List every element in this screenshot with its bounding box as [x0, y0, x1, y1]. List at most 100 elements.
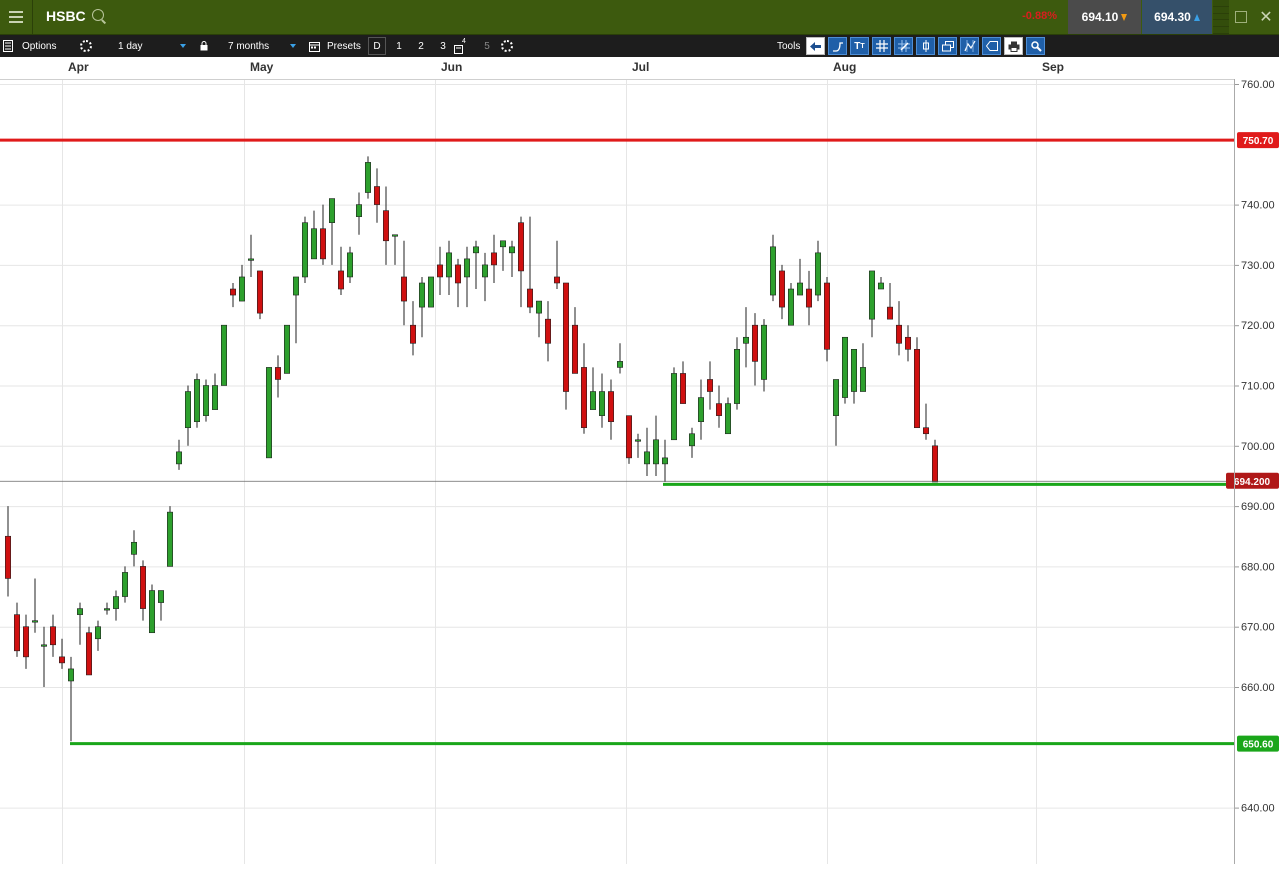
y-tick-label: 660.00 [1241, 682, 1275, 694]
bullish-candle [769, 246, 776, 296]
bearish-candle [580, 367, 587, 429]
bullish-candle [104, 608, 111, 611]
preset-1-button[interactable]: 1 [390, 35, 408, 57]
options-gear-icon[interactable] [80, 35, 92, 57]
bearish-candle [319, 228, 326, 260]
presets-label: Presets [327, 40, 361, 52]
preset-4-label: 4 [462, 37, 466, 45]
bullish-candle [418, 282, 425, 308]
bullish-candle [131, 541, 138, 555]
text-tool-icon[interactable]: TT [850, 37, 869, 55]
lock-icon[interactable] [198, 35, 210, 57]
bullish-candle [841, 336, 848, 398]
candlestick-chart[interactable]: Apr May Jun Jul Aug Sep 750.70 650.60 694.200 7… [0, 57, 1279, 864]
sell-price-button[interactable]: 694.10 [1068, 0, 1141, 34]
windows-tool-icon[interactable] [938, 37, 957, 55]
crosshair-tool-icon[interactable] [894, 37, 913, 55]
bullish-candle [796, 282, 803, 296]
bullish-candle [733, 349, 740, 404]
search-icon[interactable] [92, 9, 104, 21]
bullish-candle [265, 367, 272, 459]
preset-d-button[interactable]: D [368, 37, 386, 55]
close-icon[interactable]: ✕ [1254, 0, 1278, 34]
bullish-candle [364, 162, 371, 193]
bearish-candle [751, 324, 758, 362]
candle-tool-icon[interactable] [916, 37, 935, 55]
bullish-candle [328, 198, 335, 223]
bullish-candle [688, 433, 695, 447]
bullish-candle [616, 361, 623, 368]
bearish-candle [679, 373, 686, 404]
preset-3-button[interactable]: 3 [434, 35, 452, 57]
bearish-candle [58, 656, 65, 664]
bearish-candle [14, 614, 21, 652]
bullish-candle [445, 252, 452, 278]
bearish-candle [454, 264, 461, 284]
trendline-tool-icon[interactable] [828, 37, 847, 55]
y-tick-label: 640.00 [1241, 803, 1275, 815]
back-arrow-icon[interactable] [806, 37, 825, 55]
candles [5, 156, 938, 742]
interval-select[interactable]: 1 day [112, 38, 190, 54]
range-select[interactable]: 7 months [222, 38, 300, 54]
grid-tool-icon[interactable] [872, 37, 891, 55]
buy-price-button[interactable]: 694.30 [1142, 0, 1212, 34]
preset-4-button[interactable]: 4 [454, 35, 472, 57]
panel-icon[interactable] [3, 35, 15, 57]
calendar-icon[interactable] [308, 35, 320, 57]
bearish-candle [895, 324, 902, 344]
x-tick-label: Jun [441, 60, 462, 74]
bullish-candle [113, 596, 120, 609]
settings-tool-icon[interactable] [1026, 37, 1045, 55]
bearish-candle [778, 270, 785, 308]
bearish-candle [904, 336, 911, 350]
x-tick-label: Sep [1042, 60, 1064, 74]
bullish-candle [203, 385, 210, 416]
presets-gear-icon[interactable] [501, 35, 513, 57]
options-button[interactable]: Options [22, 35, 56, 57]
bullish-candle [77, 608, 84, 615]
bullish-candle [634, 439, 641, 442]
bearish-candle [409, 324, 416, 344]
bullish-candle [167, 511, 174, 567]
menu-icon[interactable] [0, 0, 33, 34]
bullish-candle [427, 276, 434, 308]
bullish-candle [212, 385, 219, 410]
detach-icon[interactable] [1231, 0, 1251, 34]
bullish-candle [868, 270, 875, 320]
y-tick-label: 740.00 [1241, 200, 1275, 212]
bullish-candle [355, 204, 362, 217]
bullish-candle [31, 620, 38, 623]
bullish-candle [535, 300, 542, 314]
bearish-candle [274, 367, 281, 380]
range-value: 7 months [228, 40, 270, 52]
bullish-candle [598, 391, 605, 416]
preset-2-button[interactable]: 2 [412, 35, 430, 57]
bullish-candle [68, 668, 75, 682]
bullish-candle [787, 288, 794, 326]
bullish-candle [670, 373, 677, 441]
bearish-candle [553, 276, 560, 284]
print-icon[interactable] [1004, 37, 1023, 55]
bearish-candle [706, 379, 713, 392]
x-tick-label: Apr [68, 60, 89, 74]
y-tick-label: 720.00 [1241, 320, 1275, 332]
interval-value: 1 day [118, 40, 143, 52]
bearish-candle [337, 270, 344, 290]
bearish-candle [5, 535, 12, 579]
bearish-candle [544, 318, 551, 344]
label-tool-icon[interactable] [982, 37, 1001, 55]
bullish-candle [697, 397, 704, 422]
bid-price: 694.10 [1081, 10, 1119, 24]
chevron-down-icon [290, 44, 296, 48]
price-chart[interactable]: Apr May Jun Jul Aug Sep 750.70 650.60 694.200 7… [0, 57, 1279, 864]
bearish-candle [607, 391, 614, 422]
preset-5-button[interactable]: 5 [478, 35, 496, 57]
indicator-tool-icon[interactable] [960, 37, 979, 55]
bullish-candle [832, 379, 839, 416]
y-tick-label: 680.00 [1241, 561, 1275, 573]
bullish-candle [391, 234, 398, 237]
bullish-candle [472, 246, 479, 254]
bearish-candle [805, 288, 812, 308]
bullish-candle [652, 439, 659, 465]
